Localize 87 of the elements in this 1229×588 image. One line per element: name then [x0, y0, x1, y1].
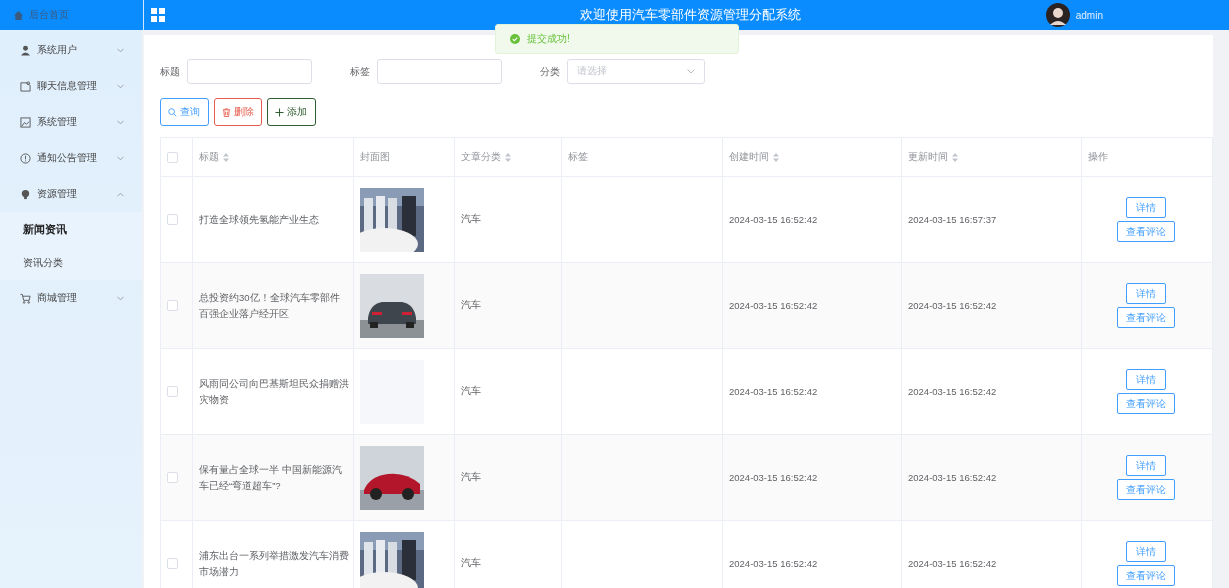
chevron-down-icon — [117, 155, 124, 161]
checkbox[interactable] — [167, 214, 178, 225]
detail-button[interactable]: 详情 — [1126, 197, 1166, 218]
check-circle-icon — [510, 34, 520, 44]
chevron-down-icon — [117, 47, 124, 53]
sidebar-item[interactable]: 通知公告管理 — [0, 140, 142, 176]
comments-button[interactable]: 查看评论 — [1117, 479, 1175, 500]
column-header: 更新时间 — [908, 150, 948, 164]
filter-label: 标签 — [350, 64, 370, 79]
bulb-icon — [20, 188, 31, 200]
submenu-item[interactable]: 资讯分类 — [0, 246, 142, 280]
checkbox[interactable] — [167, 300, 178, 311]
table-cell: 汽车 — [461, 557, 481, 570]
table-cell-text: 风雨同公司向巴基斯坦民众捐赠洪灾物资 — [199, 376, 350, 407]
home-icon — [13, 9, 24, 21]
add-button[interactable]: 添加 — [267, 98, 316, 126]
username[interactable]: admin — [1075, 9, 1103, 21]
system-title: 欢迎使用汽车零部件资源管理分配系统 — [580, 6, 801, 24]
chevron-down-icon — [687, 69, 695, 74]
table-cell-text: 浦东出台一系列举措激发汽车消费市场潜力 — [199, 548, 350, 579]
column-header: 标题 — [199, 150, 219, 164]
grid-menu-icon[interactable] — [151, 8, 165, 22]
cart-icon — [20, 292, 31, 304]
table-cell: 2024-03-15 16:52:42 — [729, 386, 818, 397]
sidebar-item[interactable]: 系统用户 — [0, 32, 142, 68]
plus-icon — [275, 107, 284, 117]
comments-button[interactable]: 查看评论 — [1117, 393, 1175, 414]
checkbox[interactable] — [167, 386, 178, 397]
chevron-up-icon — [117, 191, 124, 197]
search-button[interactable]: 查询 — [160, 98, 209, 126]
table-cell: 2024-03-15 16:52:42 — [908, 558, 997, 569]
submenu-item[interactable]: 新闻资讯 — [0, 212, 142, 246]
sort-icon[interactable] — [952, 152, 958, 162]
column-header: 文章分类 — [461, 150, 501, 164]
avatar[interactable] — [1045, 3, 1070, 27]
trash-icon — [222, 107, 231, 117]
table-cell: 2024-03-15 16:52:42 — [729, 300, 818, 311]
table-cell: 2024-03-15 16:57:37 — [908, 214, 997, 225]
input-field[interactable] — [377, 59, 502, 84]
table-cell: 汽车 — [461, 213, 481, 226]
table-cell-text: 总投资约30亿！全球汽车零部件百强企业落户经开区 — [199, 290, 341, 321]
table-cell: 2024-03-15 16:52:42 — [729, 472, 818, 483]
sidebar-item[interactable]: 系统管理 — [0, 104, 142, 140]
input-field[interactable] — [187, 59, 312, 84]
sort-icon[interactable] — [223, 152, 229, 162]
user-icon — [20, 44, 31, 56]
home-link[interactable]: 后台首页 — [0, 0, 144, 30]
chevron-down-icon — [117, 83, 124, 89]
chevron-down-icon — [117, 119, 124, 125]
column-header: 操作 — [1088, 150, 1108, 164]
info-icon — [20, 152, 31, 164]
sidebar-item[interactable]: 商城管理 — [0, 280, 142, 316]
table-cell: 2024-03-15 16:52:42 — [729, 214, 818, 225]
checkbox[interactable] — [167, 558, 178, 569]
detail-button[interactable]: 详情 — [1126, 541, 1166, 562]
table-cell: 汽车 — [461, 471, 481, 484]
delete-button[interactable]: 删除 — [214, 98, 262, 126]
filter-label: 分类 — [540, 64, 560, 79]
detail-button[interactable]: 详情 — [1126, 369, 1166, 390]
sidebar-item[interactable]: 资源管理 — [0, 176, 142, 212]
checkbox[interactable] — [167, 151, 178, 163]
chevron-down-icon — [117, 295, 124, 301]
comments-button[interactable]: 查看评论 — [1117, 221, 1175, 242]
column-header: 标签 — [568, 150, 588, 164]
table-cell: 2024-03-15 16:52:42 — [908, 472, 997, 483]
table-cell: 汽车 — [461, 385, 481, 398]
note-icon — [20, 80, 31, 92]
table-cell: 汽车 — [461, 299, 481, 312]
column-header: 创建时间 — [729, 150, 769, 164]
checkbox[interactable] — [167, 472, 178, 483]
comments-button[interactable]: 查看评论 — [1117, 565, 1175, 586]
table-cell-text: 保有量占全球一半 中国新能源汽车已经“弯道超车”? — [199, 462, 343, 493]
search-icon — [168, 107, 177, 117]
detail-button[interactable]: 详情 — [1126, 455, 1166, 476]
table-cell: 2024-03-15 16:52:42 — [908, 386, 997, 397]
detail-button[interactable]: 详情 — [1126, 283, 1166, 304]
comments-button[interactable]: 查看评论 — [1117, 307, 1175, 328]
table-cell: 2024-03-15 16:52:42 — [729, 558, 818, 569]
table-cell-text: 打造全球领先氢能产业生态 — [199, 212, 320, 227]
sidebar-item[interactable]: 聊天信息管理 — [0, 68, 142, 104]
column-header: 封面图 — [360, 150, 390, 164]
toast-message: 提交成功! — [527, 32, 570, 46]
sort-icon[interactable] — [773, 152, 779, 162]
sort-icon[interactable] — [505, 152, 511, 162]
filter-label: 标题 — [160, 64, 180, 79]
table-cell: 2024-03-15 16:52:42 — [908, 300, 997, 311]
image-icon — [20, 116, 31, 128]
